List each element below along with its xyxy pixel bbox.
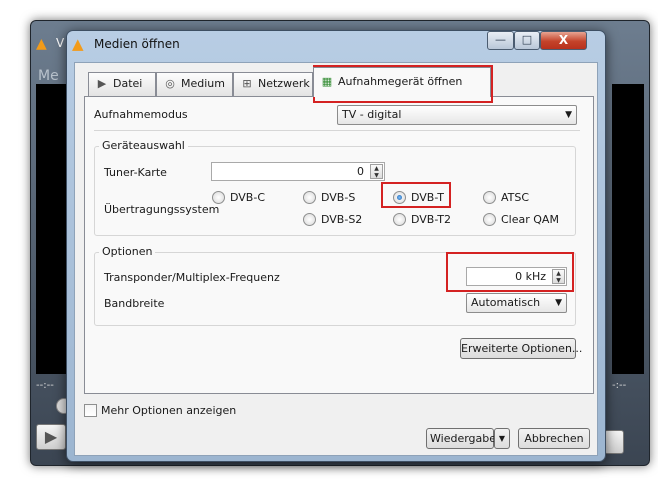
highlight-box-dvb-t [381, 182, 451, 208]
chevron-down-icon: ▼ [565, 110, 572, 120]
background-time-remaining: -:-- [612, 380, 627, 391]
dialog-title: Medien öffnen [94, 37, 180, 51]
radio-dvb-t2-label: DVB-T2 [411, 213, 452, 226]
background-control-button [604, 430, 624, 454]
tab-file-label: Datei [113, 77, 143, 90]
background-video-area-right [612, 84, 644, 374]
capture-mode-select[interactable]: TV - digital ▼ [337, 105, 577, 125]
disc-icon: ◎ [165, 77, 175, 90]
radio-clear-qam[interactable] [483, 213, 496, 226]
radio-atsc[interactable] [483, 191, 496, 204]
tab-file[interactable]: ▶ Datei [88, 72, 156, 96]
tab-network-label: Netzwerk [258, 77, 310, 90]
bandwidth-value: Automatisch [471, 296, 541, 309]
tab-disc[interactable]: ◎ Medium [156, 72, 233, 96]
capture-mode-label: Aufnahmemodus [94, 108, 188, 121]
background-window-title: V [56, 36, 65, 50]
tuner-card-value: 0 [357, 165, 364, 178]
play-button-label: Wiedergabe [430, 432, 497, 445]
radio-dvb-s[interactable] [303, 191, 316, 204]
radio-dvb-s2-label: DVB-S2 [321, 213, 363, 226]
frequency-label: Transponder/Multiplex-Frequenz [104, 271, 280, 284]
close-button[interactable]: X [540, 31, 587, 50]
tab-capture-label: Aufnahmegerät öffnen [338, 75, 463, 88]
tuner-card-label: Tuner-Karte [104, 166, 167, 179]
cancel-button[interactable]: Abbrechen [518, 428, 590, 449]
tab-network[interactable]: ⊞ Netzwerk [233, 72, 313, 96]
play-button[interactable]: Wiedergabe [426, 428, 497, 449]
radio-dvb-s-label: DVB-S [321, 191, 356, 204]
radio-clear-qam-label: Clear QAM [501, 213, 559, 226]
spin-arrows-icon: ▲ ▼ [370, 164, 383, 179]
radio-dvb-c[interactable] [212, 191, 225, 204]
radio-atsc-label: ATSC [501, 191, 530, 204]
background-menu-fragment: Me [38, 68, 59, 84]
tuner-card-spinbox[interactable]: 0 ▲ ▼ [211, 162, 385, 181]
maximize-icon: □ [521, 33, 533, 46]
network-icon: ⊞ [242, 77, 252, 90]
capture-card-icon: ▦ [321, 75, 333, 88]
play-file-icon: ▶ [97, 77, 107, 90]
divider [94, 130, 580, 131]
device-selection-title: Geräteauswahl [99, 139, 188, 152]
play-dropdown-button[interactable]: ▼ [494, 428, 510, 449]
chevron-down-icon: ▼ [555, 298, 562, 308]
more-options-label: Mehr Optionen anzeigen [101, 404, 237, 417]
radio-dvb-c-label: DVB-C [230, 191, 265, 204]
close-icon: X [558, 33, 569, 47]
maximize-button[interactable]: □ [514, 31, 540, 50]
minimize-button[interactable]: — [487, 31, 514, 50]
tab-disc-label: Medium [181, 77, 225, 90]
radio-dvb-t2[interactable] [393, 213, 406, 226]
background-video-area [36, 84, 68, 374]
bandwidth-label: Bandbreite [104, 297, 165, 310]
background-time-elapsed: --:-- [36, 380, 54, 391]
delivery-system-label: Übertragungssystem [104, 203, 220, 216]
capture-mode-value: TV - digital [342, 108, 402, 121]
more-options-checkbox[interactable] [84, 404, 97, 417]
vlc-cone-icon: ▲ [72, 35, 84, 53]
minimize-icon: — [495, 33, 506, 46]
highlight-box-frequency [446, 252, 574, 292]
vlc-cone-icon: ▲ [36, 36, 47, 52]
options-title: Optionen [99, 245, 156, 258]
advanced-options-button[interactable]: Erweiterte Optionen... [460, 338, 582, 359]
chevron-down-icon: ▼ [498, 434, 506, 443]
radio-dvb-s2[interactable] [303, 213, 316, 226]
tab-capture-device[interactable]: ▦ Aufnahmegerät öffnen [313, 67, 491, 97]
background-play-button: ▶ [36, 424, 66, 450]
bandwidth-select[interactable]: Automatisch ▼ [466, 293, 567, 313]
